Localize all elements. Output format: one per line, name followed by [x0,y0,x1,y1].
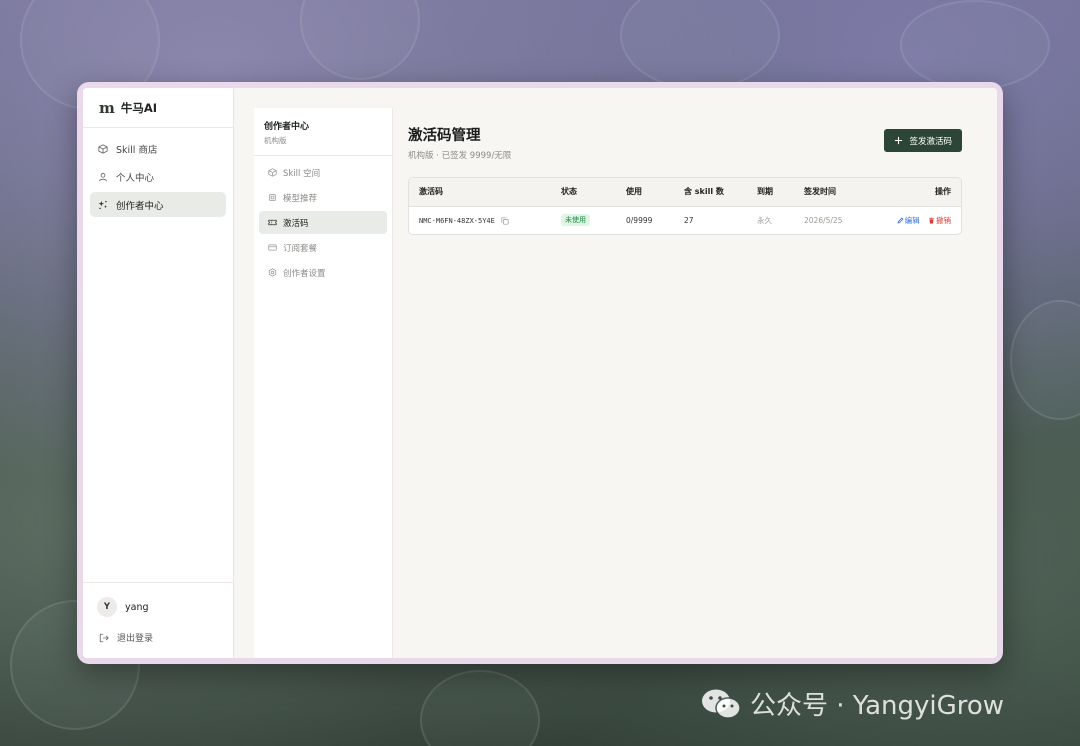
cube-icon [268,168,277,177]
sidebar-footer: Y yang 退出登录 [83,582,233,658]
cell-usage: 0/9999 [626,215,653,225]
table-row: NMC-M6FN-48ZX-5Y4E 未使用 0/9999 27 永久 2026… [409,206,961,234]
subnav-list: Skill 空间 模型推荐 激活码 订阅套餐 创作者设置 [254,156,392,289]
sidebar-item-personal-center[interactable]: 个人中心 [90,164,226,189]
box-icon [98,143,108,154]
sidebar-item-label: 创作者中心 [116,200,164,212]
page-title: 激活码管理 [408,128,481,144]
revoke-button[interactable]: 撤销 [928,216,951,225]
status-badge: 未使用 [561,214,590,227]
user-profile[interactable]: Y yang [97,597,219,617]
activation-code-table: 激活码 状态 使用 含 skill 数 到期 签发时间 操作 NMC-M6FN-… [408,177,962,235]
logout-label: 退出登录 [117,634,154,644]
sidebar: m 牛马AI Skill 商店 个人中心 创作者中心 Y yang 退出登录 [83,88,234,658]
subnav-item-label: Skill 空间 [283,168,321,179]
sidebar-item-skill-store[interactable]: Skill 商店 [90,136,226,161]
page-subtitle: 机构版 · 已签发 9999/无限 [408,151,512,161]
column-header-usage: 使用 [616,178,674,207]
sidebar-item-label: Skill 商店 [116,144,158,156]
background-decoration [420,670,540,746]
revoke-label: 撤销 [936,215,951,225]
cell-code: NMC-M6FN-48ZX-5Y4E [409,206,551,234]
subnav-item-label: 创作者设置 [283,268,326,279]
sidebar-item-label: 个人中心 [116,172,155,184]
cell-status: 未使用 [551,206,616,234]
subnav-item-label: 订阅套餐 [283,243,318,254]
subnav-item-label: 模型推荐 [283,193,318,204]
chip-icon [269,194,276,201]
subnav-item-skill-space[interactable]: Skill 空间 [259,161,387,184]
cell-issued: 2026/5/25 [804,215,843,225]
ticket-icon [268,219,277,226]
avatar: Y [97,597,117,617]
brand[interactable]: m 牛马AI [83,88,233,128]
username: yang [125,601,149,613]
column-header-code: 激活码 [409,178,551,207]
column-header-skill-count: 含 skill 数 [674,178,747,207]
settings-icon [268,268,277,277]
background-decoration [1010,300,1080,420]
sparkles-icon [98,200,108,209]
column-header-actions: 操作 [859,178,961,207]
watermark-text: 公众号 · YangyiGrow [750,691,1005,721]
brand-name: 牛马AI [120,100,158,115]
trash-icon [929,217,934,224]
wechat-watermark: 公众号 · YangyiGrow [700,685,1004,722]
cell-actions: 编辑 撤销 [860,206,961,234]
logout-icon [99,633,109,642]
subnav-item-creator-settings[interactable]: 创作者设置 [259,261,387,284]
copy-icon[interactable] [501,217,509,225]
creator-subnav: 创作者中心 机构版 Skill 空间 模型推荐 激活码 订阅套餐 创作者设置 [254,108,393,658]
issue-code-label: 签发激活码 [909,136,952,147]
table-header-row: 激活码 状态 使用 含 skill 数 到期 签发时间 操作 [409,178,961,207]
subnav-item-label: 激活码 [283,218,309,229]
column-header-status: 状态 [551,178,616,207]
brand-logo: m [99,98,115,117]
column-header-expiry: 到期 [747,178,794,207]
plus-icon [895,136,903,145]
content-panel: 激活码管理 机构版 · 已签发 9999/无限 签发激活码 激活码 状态 使用 [393,108,997,658]
cell-expiry: 永久 [757,215,772,225]
subnav-item-subscription[interactable]: 订阅套餐 [259,236,387,259]
pencil-icon [897,217,904,224]
subnav-title: 创作者中心 [264,122,310,132]
logout-button[interactable]: 退出登录 [97,631,219,644]
sidebar-item-creator-center[interactable]: 创作者中心 [90,192,226,217]
user-icon [99,172,107,181]
subnav-item-model-recommend[interactable]: 模型推荐 [259,186,387,209]
subnav-header: 创作者中心 机构版 [254,108,392,156]
background-decoration [300,0,420,80]
main-area: 创作者中心 机构版 Skill 空间 模型推荐 激活码 订阅套餐 创作者设置 激… [234,88,997,658]
activation-code: NMC-M6FN-48ZX-5Y4E [419,216,495,225]
app-window: m 牛马AI Skill 商店 个人中心 创作者中心 Y yang 退出登录 创… [83,88,997,658]
column-header-issued: 签发时间 [794,178,860,207]
card-icon [268,244,277,251]
subnav-subtitle: 机构版 [264,136,287,145]
background-decoration [620,0,780,90]
cell-skill-count: 27 [684,215,694,225]
edit-button[interactable]: 编辑 [897,216,920,225]
subnav-item-activation-code[interactable]: 激活码 [259,211,387,234]
background-decoration [900,0,1050,90]
wechat-icon [702,689,741,719]
issue-code-button[interactable]: 签发激活码 [884,129,962,152]
edit-label: 编辑 [904,215,920,225]
app-window-frame: m 牛马AI Skill 商店 个人中心 创作者中心 Y yang 退出登录 创… [77,82,1003,664]
sidebar-nav: Skill 商店 个人中心 创作者中心 [83,128,233,225]
